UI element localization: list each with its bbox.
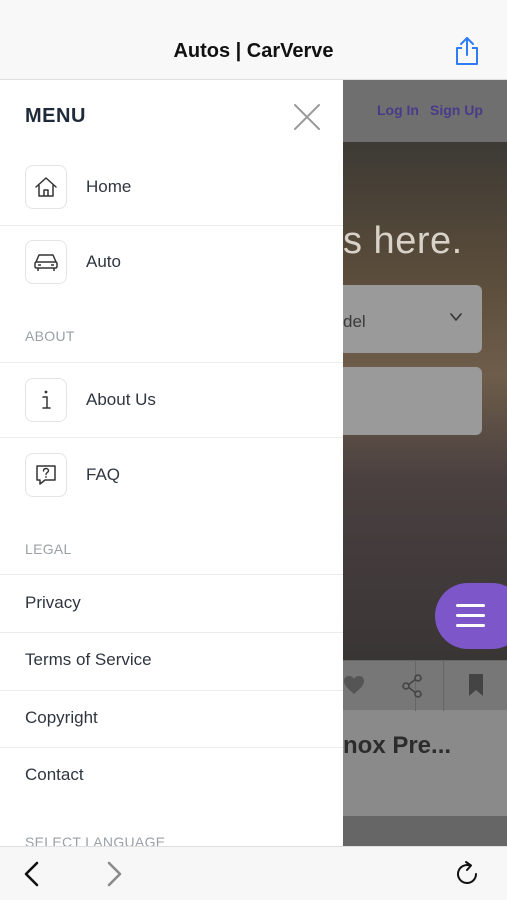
car-icon bbox=[25, 240, 67, 284]
browser-top-bar: Autos | CarVerve bbox=[0, 0, 507, 80]
page-footer-strip bbox=[343, 816, 507, 846]
forward-arrow-icon[interactable] bbox=[104, 861, 124, 887]
search-input[interactable] bbox=[343, 367, 482, 435]
menu-item-label: Terms of Service bbox=[25, 650, 152, 669]
side-menu: MENU Home Auto ABOUT About Us FAQ LEGAL … bbox=[0, 80, 343, 846]
page-title: Autos | CarVerve bbox=[173, 40, 334, 62]
heart-icon[interactable] bbox=[343, 675, 365, 695]
article-actions bbox=[343, 660, 507, 711]
close-icon[interactable] bbox=[293, 103, 321, 131]
info-icon bbox=[25, 378, 67, 422]
menu-item-faq[interactable]: FAQ bbox=[0, 442, 343, 517]
menu-item-terms[interactable]: Terms of Service bbox=[0, 632, 343, 689]
share-network-icon[interactable] bbox=[401, 674, 423, 698]
login-link[interactable]: Log In bbox=[377, 102, 419, 118]
browser-bottom-bar bbox=[0, 846, 507, 900]
model-select-value: del bbox=[343, 312, 366, 331]
menu-item-label: Copyright bbox=[25, 708, 98, 727]
back-arrow-icon[interactable] bbox=[22, 861, 42, 887]
divider bbox=[0, 437, 343, 438]
chevron-down-icon bbox=[450, 313, 462, 321]
reload-icon[interactable] bbox=[454, 860, 482, 888]
menu-title: MENU bbox=[25, 105, 86, 127]
section-label-legal: LEGAL bbox=[25, 541, 72, 557]
divider bbox=[0, 225, 343, 226]
menu-item-label: Home bbox=[86, 177, 132, 196]
signup-link[interactable]: Sign Up bbox=[430, 102, 483, 118]
menu-item-home[interactable]: Home bbox=[0, 154, 343, 229]
menu-item-privacy[interactable]: Privacy bbox=[0, 575, 343, 632]
menu-fab-button[interactable] bbox=[435, 583, 507, 649]
share-icon[interactable] bbox=[453, 36, 481, 66]
hamburger-icon bbox=[456, 624, 485, 627]
question-icon bbox=[25, 453, 67, 497]
menu-item-label: Contact bbox=[25, 765, 84, 784]
bookmark-icon[interactable] bbox=[467, 673, 485, 697]
menu-item-contact[interactable]: Contact bbox=[0, 747, 343, 804]
divider bbox=[0, 362, 343, 363]
hamburger-icon bbox=[456, 614, 485, 617]
action-divider bbox=[443, 661, 444, 711]
hero-heading: s here. bbox=[343, 220, 463, 262]
hamburger-icon bbox=[456, 604, 485, 607]
menu-item-about-us[interactable]: About Us bbox=[0, 367, 343, 442]
menu-item-label: FAQ bbox=[86, 465, 121, 484]
menu-item-label: About Us bbox=[86, 390, 156, 409]
menu-item-auto[interactable]: Auto bbox=[0, 229, 343, 304]
article-title[interactable]: nox Pre... bbox=[343, 732, 451, 760]
home-icon bbox=[25, 165, 67, 209]
section-label-language: SELECT LANGUAGE bbox=[25, 834, 166, 846]
menu-item-copyright[interactable]: Copyright bbox=[0, 690, 343, 747]
menu-item-label: Auto bbox=[86, 252, 121, 271]
background-page: Log In Sign Up s here. del nox Pre... bbox=[343, 80, 507, 846]
section-label-about: ABOUT bbox=[25, 328, 75, 344]
menu-item-label: Privacy bbox=[25, 593, 81, 612]
